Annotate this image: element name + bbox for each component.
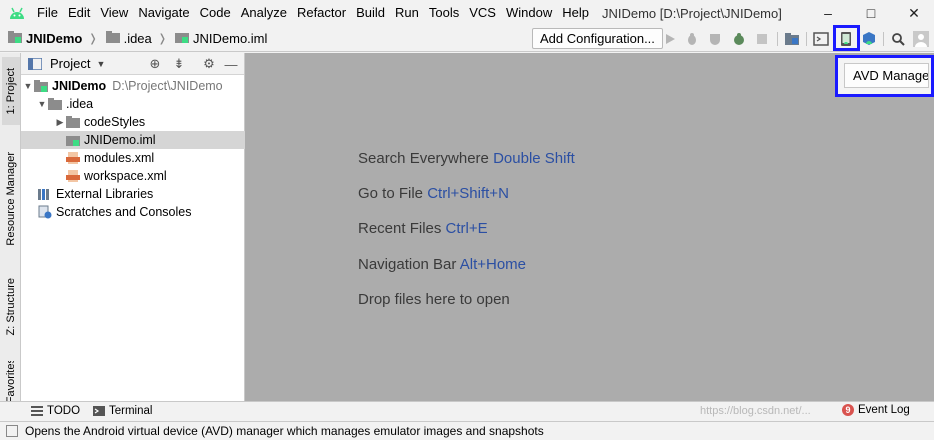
tree-item-external-libraries[interactable]: External Libraries [21, 185, 245, 203]
breadcrumb-separator-icon: ❭ [88, 33, 98, 45]
chevron-down-icon[interactable]: ▼ [96, 59, 105, 69]
project-panel-header: Project ▼ ⊕ ⇟ ⚙ — [21, 53, 244, 75]
menu-navigate[interactable]: Navigate [133, 0, 194, 26]
toolbar-separator [777, 32, 778, 46]
folder-icon [105, 31, 120, 46]
tree-item-scratches[interactable]: Scratches and Consoles [21, 203, 245, 221]
terminal-icon[interactable] [812, 30, 830, 48]
event-count-badge: 9 [842, 404, 854, 416]
library-icon [37, 187, 53, 201]
tab-structure[interactable]: Z: Structure [2, 268, 20, 346]
avatar-icon[interactable] [912, 30, 930, 48]
folder-icon [8, 31, 22, 46]
project-panel: Project ▼ ⊕ ⇟ ⚙ — ▼ JNIDemo D:\Project\J… [21, 53, 245, 401]
tab-resource-manager[interactable]: Resource Manager [2, 145, 20, 253]
folder-icon [65, 115, 81, 129]
menu-view[interactable]: View [95, 0, 133, 26]
apply-changes-icon[interactable] [730, 30, 748, 48]
toolbar-separator [883, 32, 884, 46]
gear-icon[interactable]: ⚙ [201, 56, 217, 72]
expanded-arrow-icon[interactable]: ▼ [23, 81, 33, 91]
menu-vcs[interactable]: VCS [464, 0, 501, 26]
tree-item-modules-xml[interactable]: modules.xml [21, 149, 245, 167]
left-tool-strip: 1: Project Resource Manager Z: Structure… [0, 53, 21, 401]
add-configuration-button[interactable]: Add Configuration... [532, 28, 663, 49]
menu-analyze[interactable]: Analyze [236, 0, 292, 26]
status-message: Opens the Android virtual device (AVD) m… [25, 424, 544, 438]
project-view-icon [27, 57, 43, 71]
maximize-button[interactable]: □ [851, 0, 891, 26]
tree-item-jnidemo-iml[interactable]: JNIDemo.iml [21, 131, 245, 149]
status-bar: Opens the Android virtual device (AVD) m… [0, 421, 934, 440]
watermark: https://blog.csdn.net/... [700, 405, 811, 417]
sdk-manager-icon[interactable] [860, 30, 878, 48]
breadcrumb-separator-icon: ❭ [157, 33, 167, 45]
collapse-all-icon[interactable]: ⇟ [171, 56, 187, 72]
close-button[interactable]: ✕ [894, 0, 934, 26]
folder-icon [47, 97, 63, 111]
breadcrumb-project[interactable]: JNIDemo ❭ [0, 31, 98, 46]
module-file-icon [175, 31, 189, 46]
tree-item-project-root[interactable]: ▼ JNIDemo D:\Project\JNIDemo [21, 77, 245, 95]
terminal-icon [92, 404, 106, 418]
list-icon [30, 404, 44, 418]
tree-item-idea[interactable]: ▼ .idea [21, 95, 245, 113]
terminal-tab[interactable]: Terminal [92, 404, 152, 418]
menu-refactor[interactable]: Refactor [292, 0, 351, 26]
module-file-icon [65, 133, 81, 147]
hint-search-everywhere: Search Everywhere Double Shift [358, 150, 575, 167]
todo-tab[interactable]: TODO [30, 404, 80, 418]
avd-manager-tooltip-highlight: AVD Manager [835, 55, 934, 97]
tree-item-codestyles[interactable]: ▶ codeStyles [21, 113, 245, 131]
menu-file[interactable]: File [32, 0, 63, 26]
menu-edit[interactable]: Edit [63, 0, 95, 26]
menu-bar: File Edit View Navigate Code Analyze Ref… [0, 0, 934, 26]
scratches-icon [37, 205, 53, 219]
debug-icon[interactable] [683, 30, 701, 48]
project-panel-title[interactable]: Project [50, 56, 90, 71]
hint-go-to-file: Go to File Ctrl+Shift+N [358, 185, 509, 202]
coverage-icon[interactable] [706, 30, 724, 48]
menu-tools[interactable]: Tools [424, 0, 464, 26]
tree-item-workspace-xml[interactable]: workspace.xml [21, 167, 245, 185]
navigation-toolbar: JNIDemo ❭ .idea ❭ JNIDemo.iml Add Config… [0, 26, 934, 52]
hint-drop-files: Drop files here to open [358, 291, 510, 308]
hide-panel-icon[interactable]: — [223, 56, 239, 72]
search-icon[interactable] [889, 30, 907, 48]
minimize-button[interactable]: – [808, 0, 848, 26]
menu-window[interactable]: Window [501, 0, 557, 26]
hint-navigation-bar: Navigation Bar Alt+Home [358, 256, 527, 273]
editor-empty-area[interactable]: Search Everywhere Double Shift Go to Fil… [245, 53, 934, 401]
locate-file-icon[interactable]: ⊕ [147, 56, 163, 72]
run-icon[interactable] [661, 30, 679, 48]
project-structure-icon[interactable] [783, 30, 801, 48]
xml-file-icon [65, 169, 81, 183]
project-folder-icon [33, 79, 49, 93]
menu-code[interactable]: Code [195, 0, 236, 26]
breadcrumb-idea[interactable]: .idea ❭ [98, 31, 167, 46]
menu-help[interactable]: Help [557, 0, 594, 26]
android-studio-logo-icon [6, 2, 28, 24]
tab-favorites[interactable]: Favorites [2, 361, 20, 401]
menu-run[interactable]: Run [390, 0, 424, 26]
stop-icon[interactable] [753, 30, 771, 48]
avd-manager-highlight-box [833, 25, 860, 51]
hint-recent-files: Recent Files Ctrl+E [358, 220, 488, 237]
collapsed-arrow-icon[interactable]: ▶ [55, 117, 65, 128]
expanded-arrow-icon[interactable]: ▼ [37, 99, 47, 109]
event-log-tab[interactable]: 9 Event Log [842, 404, 910, 416]
toolbar-separator [806, 32, 807, 46]
xml-file-icon [65, 151, 81, 165]
menu-build[interactable]: Build [351, 0, 390, 26]
window-title: JNIDemo [D:\Project\JNIDemo] [601, 5, 782, 21]
avd-manager-tooltip: AVD Manager [844, 63, 929, 88]
breadcrumb-file[interactable]: JNIDemo.iml [167, 31, 267, 46]
tab-project[interactable]: 1: Project [2, 57, 20, 125]
tool-window-toggle-icon[interactable] [6, 425, 18, 437]
